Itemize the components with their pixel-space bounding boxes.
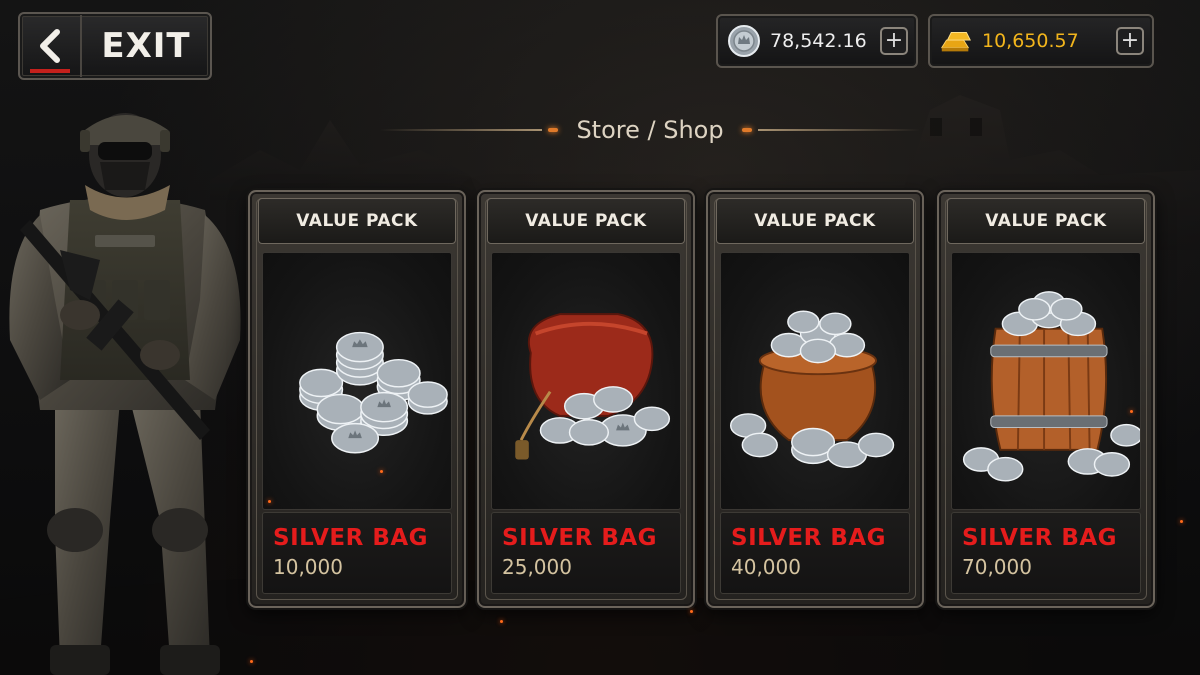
card-header-label: VALUE PACK [985,211,1107,231]
card-header: VALUE PACK [258,198,456,244]
card-header-label: VALUE PACK [754,211,876,231]
store-card-3[interactable]: VALUE PACK SILVER BAG 40,000 [706,190,924,608]
silver-coin-stack-icon [299,331,448,454]
title-ornament-right [741,128,752,132]
silver-coin-icon [726,23,762,59]
add-gold-button[interactable]: + [1116,27,1144,55]
exit-label: EXIT [101,26,191,66]
card-amount: 10,000 [273,555,343,579]
gold-currency-display: 10,650.57 + [928,14,1154,68]
card-info: SILVER BAG 40,000 [720,512,910,594]
card-art [951,252,1141,510]
coin-sack-icon [515,313,671,460]
gold-bars-icon [938,23,974,59]
card-header: VALUE PACK [947,198,1145,244]
coin-barrel-icon [962,291,1140,482]
title-ornament-left [548,128,559,132]
title-divider-right [757,129,921,131]
card-amount: 70,000 [962,555,1032,579]
coin-pot-icon [729,310,895,468]
store-card-2[interactable]: VALUE PACK SILVER BAG 25,000 [477,190,695,608]
silver-balance: 78,542.16 [770,30,867,52]
page-title-bar: Store / Shop [380,110,921,150]
card-amount: 40,000 [731,555,801,579]
gold-balance: 10,650.57 [982,30,1079,52]
card-title: SILVER BAG [502,525,658,551]
card-title: SILVER BAG [731,525,887,551]
card-title: SILVER BAG [273,525,429,551]
card-amount: 25,000 [502,555,572,579]
page-title: Store / Shop [576,116,724,144]
exit-button[interactable]: EXIT [18,12,212,80]
soldier-character [9,113,241,675]
store-card-1[interactable]: VALUE PACK SILVER BAG 10,000 [248,190,466,608]
add-silver-button[interactable]: + [880,27,908,55]
card-art [491,252,681,510]
title-divider-left [380,129,543,131]
card-header-label: VALUE PACK [296,211,418,231]
card-info: SILVER BAG 25,000 [491,512,681,594]
card-info: SILVER BAG 70,000 [951,512,1141,594]
card-header: VALUE PACK [716,198,914,244]
back-arrow-icon [20,15,82,77]
card-info: SILVER BAG 10,000 [262,512,452,594]
card-title: SILVER BAG [962,525,1118,551]
card-header: VALUE PACK [487,198,685,244]
card-art [262,252,452,510]
silver-currency-display: 78,542.16 + [716,14,918,68]
store-card-4[interactable]: VALUE PACK SILVER BAG 70,000 [937,190,1155,608]
card-header-label: VALUE PACK [525,211,647,231]
card-art [720,252,910,510]
